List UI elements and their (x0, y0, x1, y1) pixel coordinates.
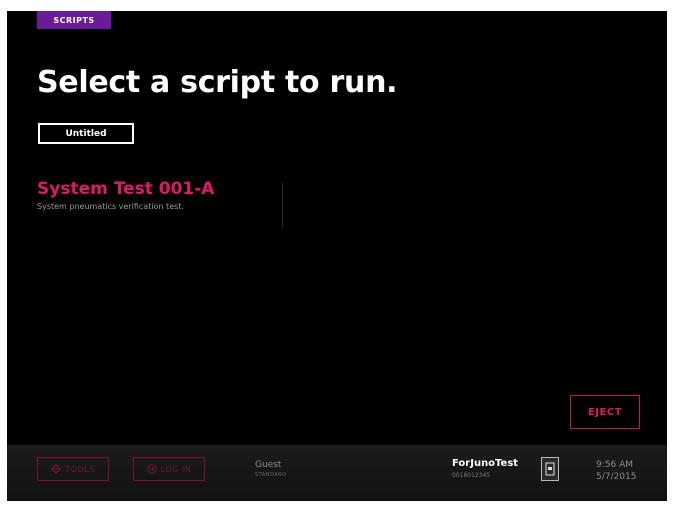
user-name: Guest (255, 460, 282, 470)
login-button[interactable]: LOG IN (133, 457, 205, 481)
page-title: Select a script to run. (37, 65, 398, 100)
column-divider (282, 183, 283, 227)
tools-label: TOOLS (65, 464, 95, 474)
tools-button[interactable]: TOOLS (37, 457, 109, 481)
script-filter-button[interactable]: Untitled (38, 123, 134, 144)
eject-button[interactable]: EJECT (570, 395, 640, 429)
clock-date: 5/7/2015 (596, 472, 637, 482)
clock-time: 9:56 AM (596, 460, 633, 470)
section-tag: SCRIPTS (37, 11, 111, 29)
user-role: STANDARD (255, 472, 287, 478)
script-list-item[interactable]: System Test 001-A System pneumatics veri… (37, 179, 267, 227)
login-label: LOG IN (160, 464, 192, 474)
device-name: ForJunoTest (452, 458, 519, 469)
device-icon[interactable] (541, 457, 559, 481)
script-name: System Test 001-A (37, 179, 215, 199)
bottom-bar: TOOLS LOG IN Guest STANDARD ForJunoTest … (7, 445, 667, 501)
script-description: System pneumatics verification test. (37, 202, 184, 211)
gear-icon (51, 464, 62, 474)
app-screen: SCRIPTS Select a script to run. Untitled… (7, 11, 667, 501)
device-id: 0018012345 (452, 472, 491, 479)
login-arrow-icon (147, 464, 157, 474)
